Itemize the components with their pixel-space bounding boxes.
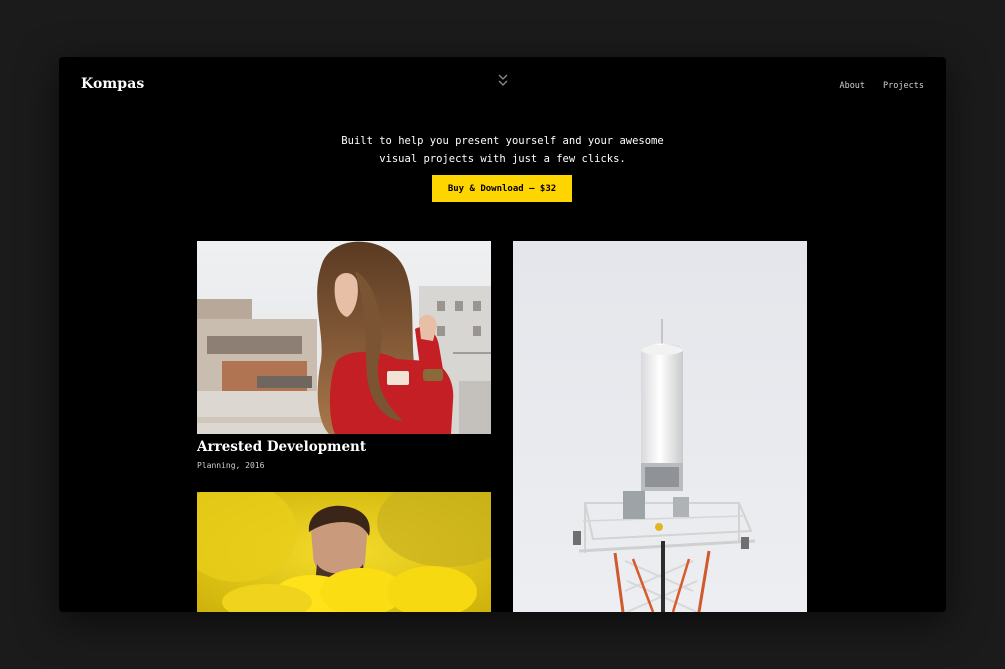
project-image-1: [197, 241, 491, 434]
browser-frame: Kompas About Projects Built to help you …: [59, 57, 946, 612]
project-meta: Planning, 2016: [197, 461, 265, 470]
project-image-3: [197, 492, 491, 612]
woman-red-sweater-photo[interactable]: [197, 241, 491, 434]
hero-tagline: Built to help you present yourself and y…: [59, 132, 946, 168]
project-image-2: [513, 241, 807, 612]
tagline-line-2: visual projects with just a few clicks.: [379, 153, 626, 165]
antenna-tower-photo[interactable]: [513, 241, 807, 612]
project-card-tower[interactable]: [513, 241, 807, 612]
project-title[interactable]: Arrested Development: [197, 439, 366, 455]
nav-about-link[interactable]: About: [839, 81, 865, 91]
buy-download-button[interactable]: Buy & Download — $32: [432, 175, 572, 202]
main-nav: About Projects: [839, 81, 924, 91]
yellow-smoke-portrait-photo[interactable]: [197, 492, 491, 612]
nav-projects-link[interactable]: Projects: [883, 81, 924, 91]
double-chevron-down-icon[interactable]: [496, 72, 510, 90]
project-card-arrested-development[interactable]: Arrested Development Planning, 2016: [197, 241, 491, 476]
tagline-line-1: Built to help you present yourself and y…: [341, 135, 664, 147]
project-card-yellow-smoke[interactable]: [197, 492, 491, 612]
site-logo[interactable]: Kompas: [81, 76, 144, 92]
